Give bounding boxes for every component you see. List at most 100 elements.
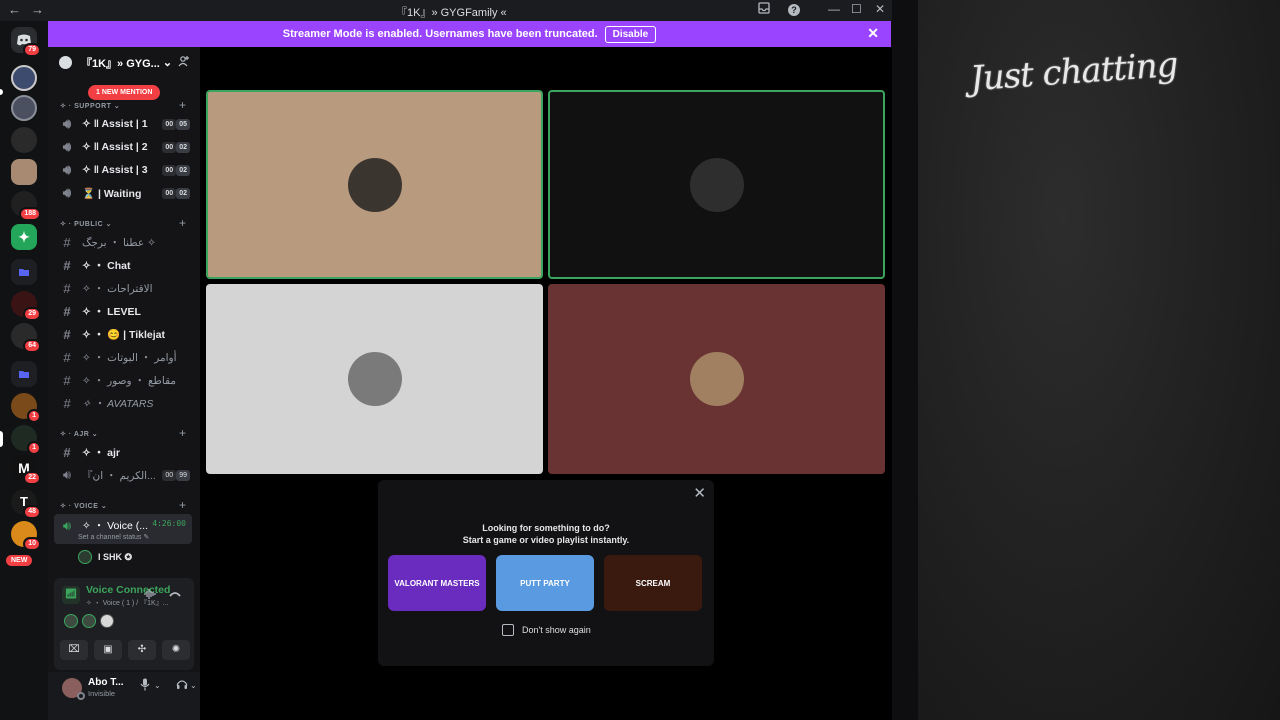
text-channel-ajr[interactable]: # ✧ ・ ajr: [58, 442, 190, 462]
new-mention-pill[interactable]: 1 NEW MENTION: [88, 85, 161, 100]
server-icon[interactable]: 10: [11, 521, 41, 551]
text-channel[interactable]: # عطنا ・ برجگ ✧: [58, 232, 190, 252]
unread-badge: 29: [23, 307, 41, 321]
voice-channel-waiting[interactable]: 🔊︎ ⏳ | Waiting 00 02: [58, 183, 190, 203]
unread-badge: 22: [23, 471, 41, 485]
server-folder-icon[interactable]: [11, 259, 37, 285]
category-support[interactable]: ✧ · SUPPORT ⌄: [60, 102, 120, 110]
server-icon[interactable]: 1: [11, 425, 41, 455]
server-icon[interactable]: 29: [11, 291, 41, 321]
video-tile[interactable]: [548, 90, 885, 279]
server-icon[interactable]: [11, 95, 37, 121]
category-public[interactable]: ✧ · PUBLIC ⌄: [60, 220, 112, 228]
channel-name: ✧ ・ Chat: [82, 259, 131, 272]
inbox-icon[interactable]: [758, 2, 770, 17]
server-icon[interactable]: M 22: [11, 455, 41, 485]
unread-pip: [0, 89, 3, 95]
maximize-button[interactable]: ☐: [851, 2, 862, 16]
server-icon[interactable]: T 48: [11, 489, 41, 519]
text-channel-avatars[interactable]: # ✧ ・ AVATARS: [58, 393, 190, 413]
server-icon[interactable]: 1: [11, 393, 41, 423]
minimize-button[interactable]: —: [828, 2, 840, 16]
text-channel-tiklejat[interactable]: # ✧ ・ 😊 | Tiklejat: [58, 324, 190, 344]
channel-name: ✧ ・ 😊 | Tiklejat: [82, 328, 165, 341]
set-channel-status[interactable]: Set a channel status ✎: [78, 533, 149, 541]
server-folder-icon[interactable]: [11, 361, 37, 387]
hashtag-icon: #: [63, 303, 71, 319]
add-channel-icon[interactable]: +: [179, 216, 186, 230]
username[interactable]: Abo T...: [88, 677, 124, 688]
close-icon[interactable]: ✕: [693, 484, 706, 502]
discord-window: ← → 『1K』» GYGFamily « ? — ☐ ✕ Streamer Mo…: [0, 0, 918, 720]
activities-icon[interactable]: ✣: [128, 640, 156, 660]
voice-connected-panel: 📶︎ Voice Connected ✧ ・ Voice ( 1 ) / 『1K…: [54, 578, 194, 670]
disconnect-icon[interactable]: [168, 588, 182, 603]
participant-avatar[interactable]: [64, 614, 78, 628]
text-channel[interactable]: # ✧ ・ الاقتراحات: [58, 278, 190, 298]
headphones-icon[interactable]: [176, 678, 188, 693]
speaker-icon: 🔊︎: [62, 518, 72, 533]
new-unreads-pill[interactable]: NEW: [6, 555, 33, 566]
add-channel-icon[interactable]: +: [179, 498, 186, 512]
video-tile[interactable]: [548, 284, 885, 474]
participant-avatar[interactable]: [82, 614, 96, 628]
server-icon[interactable]: ✦: [11, 224, 37, 250]
camera-off-icon[interactable]: ⌧: [60, 640, 88, 660]
unread-badge: 79: [23, 43, 41, 57]
text-channel-chat[interactable]: # ✧ ・ Chat: [58, 255, 190, 275]
user-count: 00 05: [162, 118, 190, 130]
guild-header[interactable]: 『1K』» GYG... ⌄: [48, 47, 200, 78]
signal-icon[interactable]: 📶︎: [62, 586, 80, 604]
help-icon[interactable]: ?: [788, 4, 800, 16]
server-icon[interactable]: [11, 127, 37, 153]
invite-people-icon[interactable]: [178, 55, 190, 70]
activity-card[interactable]: PUTT PARTY: [496, 555, 594, 611]
text-channel-level[interactable]: # ✧ ・ LEVEL: [58, 301, 190, 321]
voice-channel-assist-2[interactable]: 🔊︎ ✧ ‖ Assist | 2 00 02: [58, 137, 190, 157]
home-button[interactable]: 79: [11, 27, 41, 57]
soundwave-icon[interactable]: [144, 588, 156, 603]
server-icon[interactable]: [11, 65, 37, 91]
voice-location[interactable]: ✧ ・ Voice ( 1 ) / 『1K』...: [86, 598, 169, 608]
dont-show-again-checkbox[interactable]: Don't show again: [502, 624, 591, 636]
add-channel-icon[interactable]: +: [179, 426, 186, 440]
voice-member[interactable]: I SHK ✪: [78, 550, 132, 564]
text-channel[interactable]: # ✧ ・ أوامر ・ البوتات: [58, 347, 190, 367]
chevron-down-icon[interactable]: ⌄: [154, 681, 161, 690]
voice-channel-assist-3[interactable]: 🔊︎ ✧ ‖ Assist | 3 00 02: [58, 160, 190, 180]
activity-card-label: PUTT PARTY: [520, 578, 570, 588]
video-tile[interactable]: [206, 90, 543, 279]
back-arrow-icon[interactable]: ←: [8, 2, 21, 17]
server-icon[interactable]: 188: [11, 191, 41, 221]
text-channel[interactable]: # ✧ ・ مقاطع ・ وصور: [58, 370, 190, 390]
disable-streamer-mode-button[interactable]: Disable: [604, 25, 657, 43]
banner-message: Streamer Mode is enabled. Usernames have…: [282, 28, 598, 40]
checkbox[interactable]: [502, 624, 514, 636]
hashtag-icon: #: [63, 444, 71, 460]
screen-share-icon[interactable]: ▣: [94, 640, 122, 660]
forward-arrow-icon[interactable]: →: [31, 2, 44, 17]
invisible-status-icon: [77, 692, 85, 700]
voice-channel[interactable]: 🔊︎ 『الكريم ・ ان... 00 99: [58, 465, 190, 485]
voice-channel-assist-1[interactable]: 🔊︎ ✧ ‖ Assist | 1 00 05: [58, 114, 190, 134]
channel-name: ✧ ・ الاقتراحات: [82, 282, 153, 295]
hashtag-icon: #: [63, 234, 71, 250]
activity-card[interactable]: SCREAM: [604, 555, 702, 611]
close-banner-icon[interactable]: ✕: [867, 25, 879, 42]
server-rail: 79 188 ✦ 29 64 1 1 M 22 T 48 10 NEW: [0, 21, 48, 720]
video-tile[interactable]: [206, 284, 543, 474]
server-icon[interactable]: 64: [11, 323, 41, 353]
soundboard-icon[interactable]: ✺: [162, 640, 190, 660]
hashtag-icon: #: [63, 372, 71, 388]
close-window-button[interactable]: ✕: [875, 2, 885, 16]
add-channel-icon[interactable]: +: [179, 98, 186, 112]
microphone-icon[interactable]: [140, 678, 150, 694]
chevron-down-icon[interactable]: ⌄: [190, 681, 197, 690]
category-ajr[interactable]: ✧ · AJR ⌄: [60, 430, 98, 438]
voice-connected-status: Voice Connected: [86, 584, 171, 596]
server-icon[interactable]: [11, 159, 37, 185]
activity-card[interactable]: VALORANT MASTERS: [388, 555, 486, 611]
participant-avatar: [347, 157, 402, 212]
category-voice[interactable]: ✧ · VOICE ⌄: [60, 502, 107, 510]
participant-avatar[interactable]: [100, 614, 114, 628]
